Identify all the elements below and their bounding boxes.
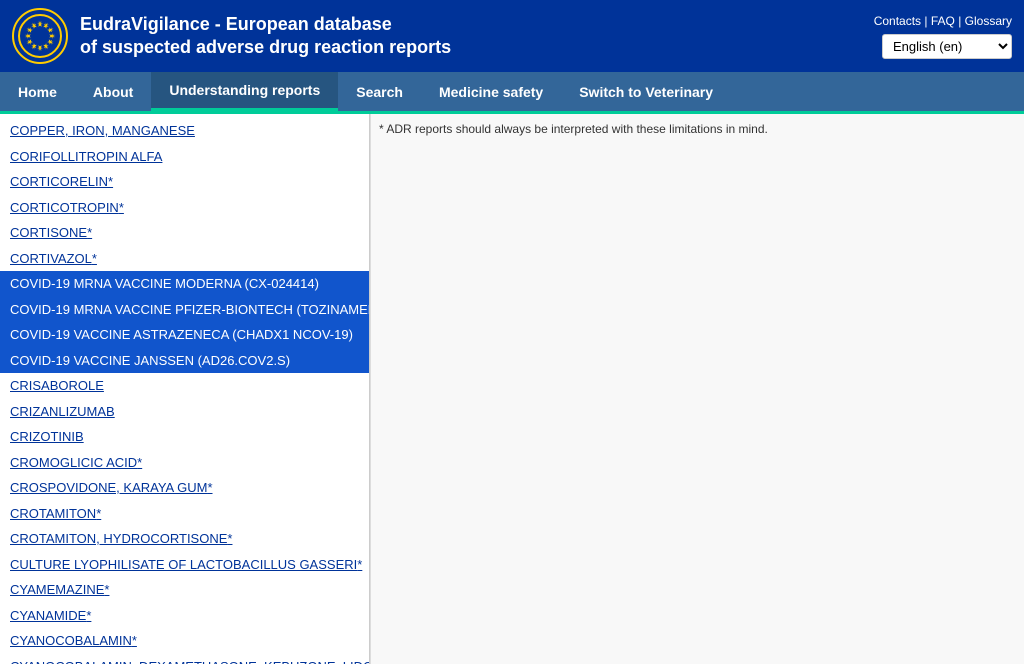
list-item[interactable]: CROTAMITON* — [0, 501, 369, 527]
list-item[interactable]: COVID-19 VACCINE ASTRAZENECA (CHADX1 NCO… — [0, 322, 369, 348]
main-container: COPPER, IRON, MANGANESE CORIFOLLITROPIN A… — [0, 114, 1024, 664]
list-item[interactable]: CORTISONE* — [0, 220, 369, 246]
nav-about[interactable]: About — [75, 72, 151, 111]
list-item-text: CYANOCOBALAMIN — [10, 633, 132, 648]
right-panel: * ADR reports should always be interpret… — [370, 114, 1024, 664]
nav-search[interactable]: Search — [338, 72, 421, 111]
list-item-suffix: * — [92, 251, 97, 266]
list-item[interactable]: CROSPOVIDONE, KARAYA GUM* — [0, 475, 369, 501]
list-item-text: CORIFOLLITROPIN ALFA — [10, 149, 162, 164]
list-item[interactable]: CRIZANLIZUMAB — [0, 399, 369, 425]
list-item-suffix: * — [132, 633, 137, 648]
list-item-suffix: * — [87, 225, 92, 240]
list-item[interactable]: CORTICOTROPIN* — [0, 195, 369, 221]
list-item-text: CYANAMIDE — [10, 608, 86, 623]
list-item[interactable]: CORIFOLLITROPIN ALFA — [0, 144, 369, 170]
main-nav: Home About Understanding reports Search … — [0, 72, 1024, 114]
header-right: Contacts | FAQ | Glossary English (en) — [874, 14, 1012, 59]
list-item-suffix: * — [96, 506, 101, 521]
glossary-link[interactable]: Glossary — [965, 14, 1012, 28]
list-item-text: CRIZANLIZUMAB — [10, 404, 115, 419]
list-item[interactable]: CROMOGLICIC ACID* — [0, 450, 369, 476]
faq-link[interactable]: FAQ — [931, 14, 955, 28]
header-title: EudraVigilance - European database of su… — [80, 13, 451, 60]
list-item[interactable]: CYANAMIDE* — [0, 603, 369, 629]
page-header: EudraVigilance - European database of su… — [0, 0, 1024, 72]
list-item-suffix: * — [137, 455, 142, 470]
list-item[interactable]: CORTIVAZOL* — [0, 246, 369, 272]
list-item[interactable]: COPPER, IRON, MANGANESE — [0, 118, 369, 144]
list-item-text: CORTICOTROPIN — [10, 200, 119, 215]
list-item-text: COPPER, IRON, MANGANESE — [10, 123, 195, 138]
list-item[interactable]: COVID-19 VACCINE JANSSEN (AD26.COV2.S) — [0, 348, 369, 374]
list-item-suffix: * — [357, 557, 362, 572]
list-item[interactable]: CULTURE LYOPHILISATE OF LACTOBACILLUS GA… — [0, 552, 369, 578]
substance-list[interactable]: COPPER, IRON, MANGANESE CORIFOLLITROPIN A… — [0, 114, 370, 664]
list-item-text: CROTAMITON, HYDROCORTISONE — [10, 531, 227, 546]
list-item-text: CROMOGLICIC ACID — [10, 455, 137, 470]
list-item-text: CORTICORELIN — [10, 174, 108, 189]
list-item-text: CORTIVAZOL — [10, 251, 92, 266]
list-item[interactable]: CROTAMITON, HYDROCORTISONE* — [0, 526, 369, 552]
list-item-text: COVID-19 MRNA VACCINE PFIZER-BIONTECH (T… — [10, 302, 370, 317]
list-item-text: CYAMEMAZINE — [10, 582, 104, 597]
list-item-text: CULTURE LYOPHILISATE OF LACTOBACILLUS GA… — [10, 557, 357, 572]
list-item-text: CROSPOVIDONE, KARAYA GUM — [10, 480, 207, 495]
list-item-suffix: * — [104, 582, 109, 597]
list-item[interactable]: CRISABOROLE — [0, 373, 369, 399]
list-item-suffix: * — [227, 531, 232, 546]
disclaimer-text: * ADR reports should always be interpret… — [379, 122, 1016, 136]
list-item-text: COVID-19 VACCINE ASTRAZENECA (CHADX1 NCO… — [10, 327, 353, 342]
nav-medicine-safety[interactable]: Medicine safety — [421, 72, 561, 111]
list-item-text: COVID-19 VACCINE JANSSEN (AD26.COV2.S) — [10, 353, 290, 368]
list-item-suffix: * — [119, 200, 124, 215]
nav-home[interactable]: Home — [0, 72, 75, 111]
list-item-text: CROTAMITON — [10, 506, 96, 521]
contacts-link[interactable]: Contacts — [874, 14, 921, 28]
list-item[interactable]: CYANOCOBALAMIN* — [0, 628, 369, 654]
header-links: Contacts | FAQ | Glossary — [874, 14, 1012, 28]
language-select[interactable]: English (en) — [882, 34, 1012, 59]
list-item-text: COVID-19 MRNA VACCINE MODERNA (CX-024414… — [10, 276, 319, 291]
list-item[interactable]: CYANOCOBALAMIN, DEXAMETHASONE, KEBUZONE,… — [0, 654, 369, 664]
header-left: EudraVigilance - European database of su… — [12, 8, 451, 64]
list-item-suffix: * — [86, 608, 91, 623]
list-item[interactable]: CRIZOTINIB — [0, 424, 369, 450]
list-item-text: CORTISONE — [10, 225, 87, 240]
list-item-text: CRISABOROLE — [10, 378, 104, 393]
list-item-text: CYANOCOBALAMIN, DEXAMETHASONE, KEBUZONE,… — [10, 659, 370, 664]
nav-understanding-reports[interactable]: Understanding reports — [151, 72, 338, 111]
eu-logo — [12, 8, 68, 64]
list-item[interactable]: COVID-19 MRNA VACCINE PFIZER-BIONTECH (T… — [0, 297, 369, 323]
list-item-suffix: * — [108, 174, 113, 189]
list-item-text: CRIZOTINIB — [10, 429, 84, 444]
list-item[interactable]: CYAMEMAZINE* — [0, 577, 369, 603]
nav-switch-veterinary[interactable]: Switch to Veterinary — [561, 72, 731, 111]
list-item[interactable]: COVID-19 MRNA VACCINE MODERNA (CX-024414… — [0, 271, 369, 297]
list-item[interactable]: CORTICORELIN* — [0, 169, 369, 195]
list-item-suffix: * — [207, 480, 212, 495]
